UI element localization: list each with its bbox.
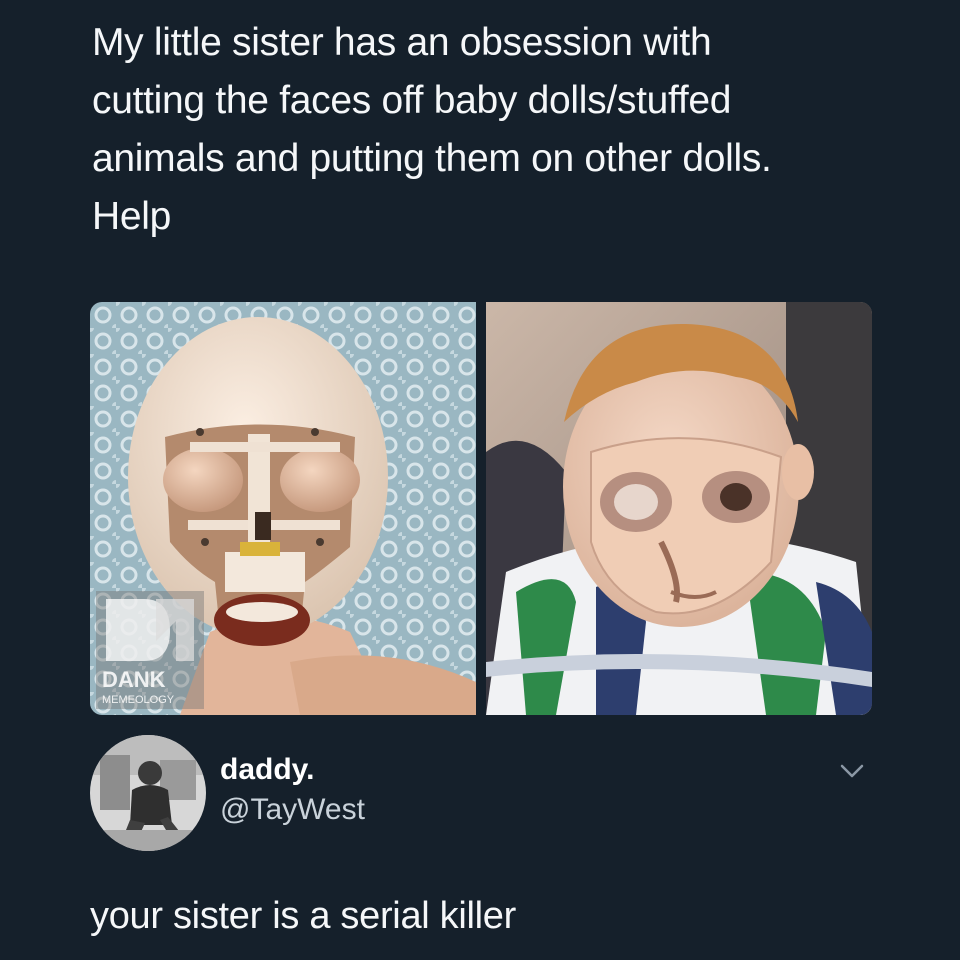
chevron-down-icon[interactable] [838,761,866,781]
avatar[interactable] [90,735,206,851]
watermark-line1: DANK [102,667,166,692]
avatar-image [90,735,206,851]
display-name[interactable]: daddy. [220,753,314,787]
media-image-left[interactable]: DANK MEMEOLOGY [90,302,476,715]
watermark-logo: DANK MEMEOLOGY [96,591,204,709]
doll-with-face-mask-image [486,302,872,715]
user-handle[interactable]: @TayWest [220,793,365,827]
watermark-line2: MEMEOLOGY [102,694,175,706]
tweet-screenshot: My little sister has an obsession with c… [0,0,960,960]
media-image-right[interactable] [486,302,872,715]
reply-text: your sister is a serial killer [90,895,516,937]
reply-header: daddy. @TayWest [90,735,880,855]
media-grid: DANK MEMEOLOGY [90,302,872,715]
post-text: My little sister has an obsession with c… [92,21,772,238]
